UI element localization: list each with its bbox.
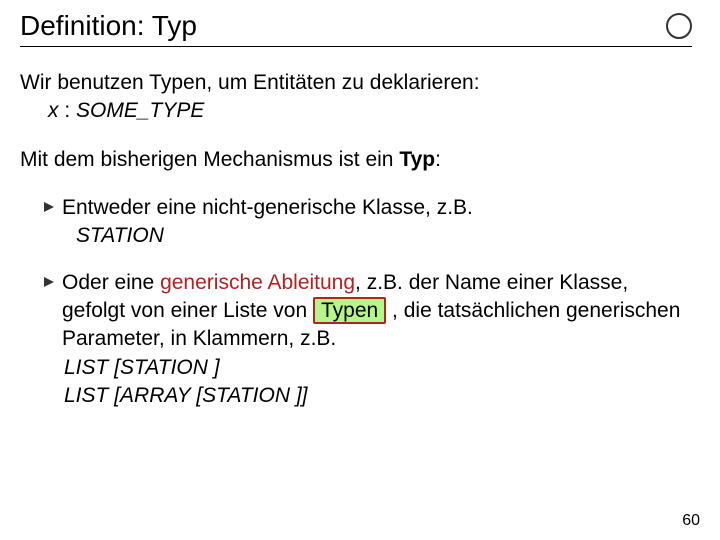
intro-line: Wir benutzen Typen, um Entitäten zu dekl… [20,69,692,97]
types-highlight: Typen [313,297,386,324]
bullet-arrow-icon [42,275,56,289]
bullet1-text: Entweder eine nicht-generische Klasse, z… [62,194,692,222]
bullet2-text: Oder eine generische Ableitung, z.B. der… [62,269,692,354]
bullet-arrow-icon [42,200,56,214]
bullet2-code2: LIST [ARRAY [STATION ]] [20,382,692,410]
intro-code: x : SOME_TYPE [20,97,692,125]
mid-line: Mit dem bisherigen Mechanismus ist ein T… [20,146,692,174]
bullet2-code1: LIST [STATION ] [20,354,692,382]
page-title: Definition: Typ [20,10,197,42]
eth-logo-icon [666,13,692,39]
bullet1-code: STATION [20,222,692,250]
generic-derivation-term: generische Ableitung [160,271,355,294]
page-number: 60 [682,512,700,530]
